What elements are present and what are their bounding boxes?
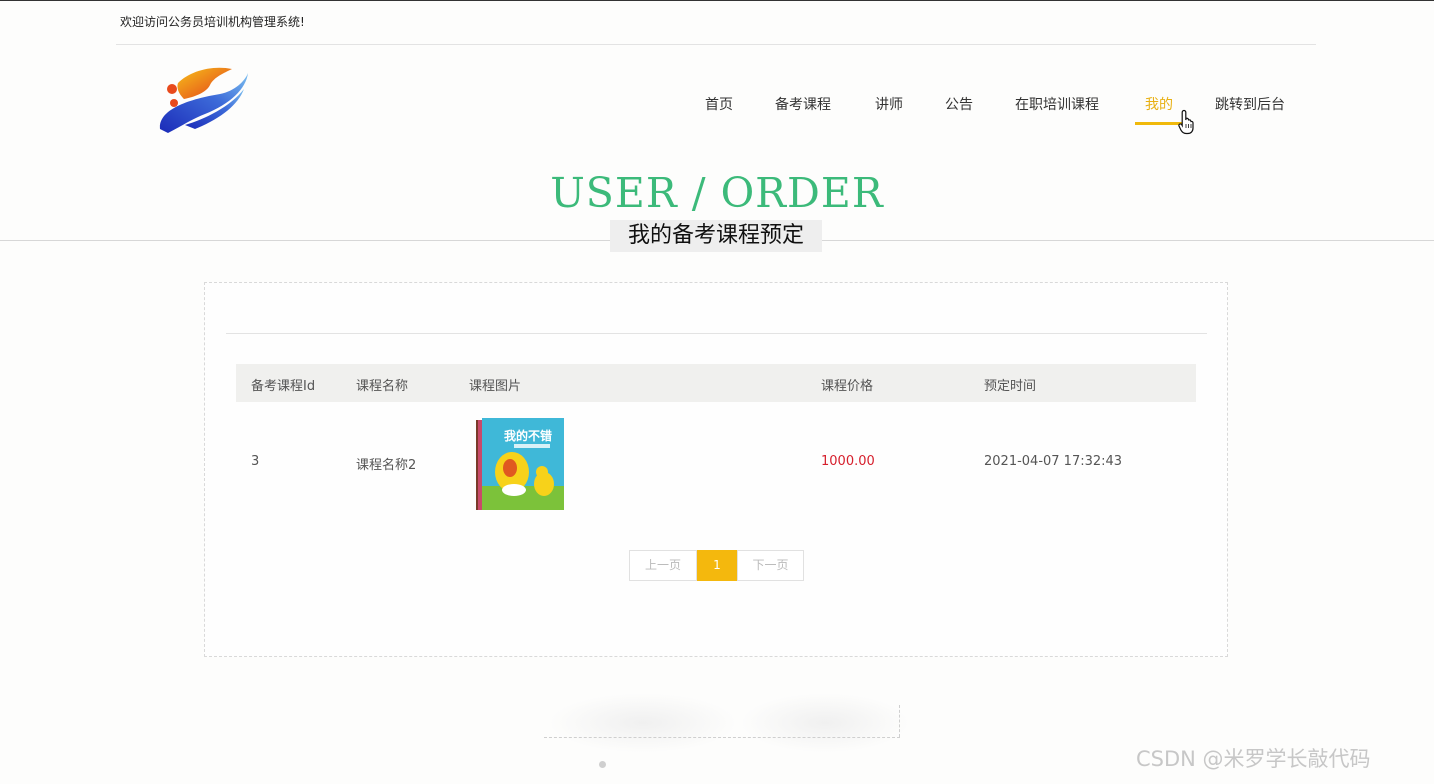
pagination: 上一页 1 下一页: [629, 550, 804, 581]
header-course-price: 课程价格: [821, 379, 874, 394]
welcome-text: 欢迎访问公务员培训机构管理系统!: [120, 15, 305, 29]
footer-dashed-vertical: [899, 705, 900, 737]
nav-lecturers[interactable]: 讲师: [875, 95, 903, 125]
footer-blur-left: [548, 693, 738, 753]
cell-booking-time: 2021-04-07 17:32:43: [984, 454, 1123, 469]
panel-divider: [226, 333, 1207, 334]
next-page-button[interactable]: 下一页: [737, 550, 804, 581]
top-bar: 欢迎访问公务员培训机构管理系统!: [116, 1, 1316, 45]
page-subtitle: 我的备考课程预定: [610, 220, 822, 252]
course-image[interactable]: 我的不错: [474, 416, 568, 512]
header-course-image: 课程图片: [469, 379, 522, 394]
nav-notices[interactable]: 公告: [945, 95, 973, 125]
course-image-text: 我的不错: [504, 428, 552, 443]
cell-course-id: 3: [251, 454, 260, 469]
header-course-id: 备考课程Id: [251, 379, 316, 394]
header-course-name: 课程名称: [356, 379, 409, 394]
cell-course-name: 课程名称2: [356, 458, 417, 473]
nav-admin-backend[interactable]: 跳转到后台: [1215, 95, 1285, 125]
main-nav: 首页 备考课程 讲师 公告 在职培训课程 我的 跳转到后台: [0, 95, 1434, 125]
cell-course-price: 1000.00: [821, 454, 875, 469]
nav-mine[interactable]: 我的: [1135, 95, 1183, 125]
nav-inservice-courses[interactable]: 在职培训课程: [1015, 95, 1099, 125]
watermark-text: CSDN @米罗学长敲代码: [1136, 747, 1371, 771]
order-panel: 备考课程Id 课程名称 课程图片 课程价格 预定时间 3 课程名称2 我的不错 …: [204, 282, 1228, 657]
header-booking-time: 预定时间: [984, 379, 1037, 394]
table-header: 备考课程Id 课程名称 课程图片 课程价格 预定时间: [236, 364, 1196, 402]
nav-home[interactable]: 首页: [705, 95, 733, 125]
footer-dashed-line: [544, 737, 900, 738]
prev-page-button[interactable]: 上一页: [629, 550, 697, 581]
footer-blur-right: [740, 693, 910, 753]
page-title: USER / ORDER: [550, 169, 884, 217]
table-row: 3 课程名称2 我的不错 1000.00 2021-04-07 17:32:43: [236, 402, 1196, 522]
nav-exam-courses[interactable]: 备考课程: [775, 95, 831, 125]
hand-cursor-icon: [1178, 109, 1198, 135]
page-number-button[interactable]: 1: [697, 550, 737, 581]
footer-dot: [599, 761, 606, 768]
